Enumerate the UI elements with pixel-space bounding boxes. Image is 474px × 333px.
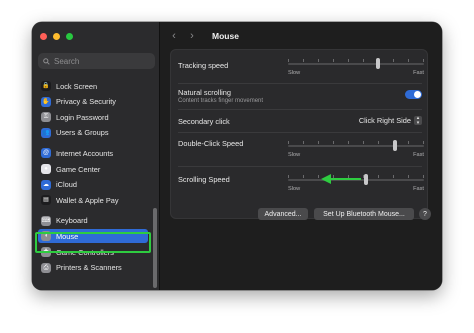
sidebar-item-label: Game Controllers <box>56 247 114 257</box>
sidebar-item-label: Game Center <box>56 164 101 174</box>
sidebar-item-users-groups[interactable]: 👥 Users & Groups <box>38 126 148 140</box>
sidebar-item-wallet-apple-pay[interactable]: ▤ Wallet & Apple Pay <box>38 193 148 207</box>
sidebar-item-label: iCloud <box>56 180 77 190</box>
keyboard-icon: ⌨ <box>41 215 51 226</box>
wallet-icon: ▤ <box>41 195 51 206</box>
icloud-icon: ☁ <box>41 179 51 190</box>
mouse-settings-panel: Tracking speed Slow Fast Natural scrolli… <box>170 49 428 219</box>
sidebar-item-keyboard[interactable]: ⌨ Keyboard <box>38 214 148 228</box>
sidebar-item-label: Printers & Scanners <box>56 263 122 273</box>
game-center-icon: ● <box>41 164 51 174</box>
annotation-arrow <box>321 174 361 184</box>
sidebar-item-label: Users & Groups <box>56 128 109 138</box>
sidebar-item-login-password[interactable]: ⚿ Login Password <box>38 110 148 124</box>
slider-min-label: Slow <box>288 70 301 76</box>
setup-bluetooth-mouse-button[interactable]: Set Up Bluetooth Mouse... <box>314 208 414 220</box>
sidebar-item-label: Wallet & Apple Pay <box>56 195 119 205</box>
hand-icon: ✋ <box>41 96 51 107</box>
sidebar-item-label: Internet Accounts <box>56 148 114 158</box>
secondary-click-label: Secondary click <box>178 117 230 126</box>
sidebar-item-game-controllers[interactable]: ✚ Game Controllers <box>38 245 148 259</box>
sidebar-item-lock-screen[interactable]: 🔒 Lock Screen <box>38 79 148 93</box>
zoom-window-button[interactable] <box>66 33 73 40</box>
traffic-lights <box>40 33 73 40</box>
chevron-right-icon[interactable]: › <box>188 30 196 42</box>
minimize-window-button[interactable] <box>53 33 60 40</box>
slider-max-label: Fast <box>413 70 424 76</box>
toolbar: ‹ › Mouse <box>170 30 239 42</box>
help-button[interactable]: ? <box>419 208 431 220</box>
page-title: Mouse <box>212 31 239 41</box>
sidebar-item-label: Privacy & Security <box>56 97 116 107</box>
sidebar-item-label: Mouse <box>56 231 79 241</box>
system-settings-window: 🔒 Lock Screen ✋ Privacy & Security ⚿ Login Pa… <box>32 22 442 290</box>
natural-scrolling-toggle[interactable] <box>405 90 422 99</box>
secondary-click-row: Secondary click Click Right Side ▴ ▾ <box>171 110 429 132</box>
tracking-speed-row: Tracking speed Slow Fast <box>171 50 429 83</box>
slider-knob[interactable] <box>393 140 398 151</box>
tracking-speed-slider[interactable]: Slow Fast <box>288 57 424 79</box>
close-window-button[interactable] <box>40 33 47 40</box>
search-icon <box>43 57 50 65</box>
secondary-click-value: Click Right Side <box>358 116 411 125</box>
slider-track <box>288 63 424 65</box>
users-icon: 👥 <box>41 127 51 138</box>
natural-scrolling-sublabel: Content tracks finger movement <box>178 98 264 104</box>
secondary-click-select[interactable]: Click Right Side ▴ ▾ <box>359 116 422 125</box>
double-click-speed-row: Double-Click Speed Slow Fast <box>171 133 429 166</box>
slider-track <box>288 145 424 147</box>
natural-scrolling-row: Natural scrolling Content tracks finger … <box>171 84 429 109</box>
at-icon: @ <box>41 148 51 159</box>
sidebar-item-privacy-security[interactable]: ✋ Privacy & Security <box>38 95 148 109</box>
sidebar-item-label: Login Password <box>56 112 109 122</box>
sidebar-search[interactable] <box>38 53 155 69</box>
updown-chevron-icon: ▴ ▾ <box>414 116 422 125</box>
advanced-button[interactable]: Advanced... <box>258 208 308 220</box>
printer-icon: ⎙ <box>41 262 51 273</box>
sidebar-item-icloud[interactable]: ☁ iCloud <box>38 178 148 192</box>
content-pane: ‹ › Mouse Tracking speed Slow Fast Natur… <box>160 22 442 290</box>
sidebar-scrollbar[interactable] <box>153 208 157 288</box>
mouse-icon: ◖ <box>41 231 51 242</box>
sidebar-item-game-center[interactable]: ● Game Center <box>38 162 148 176</box>
search-input[interactable] <box>54 56 149 66</box>
gamepad-icon: ✚ <box>41 247 51 257</box>
lock-icon: 🔒 <box>41 81 51 91</box>
scrolling-speed-row: Scrolling Speed Slow Fast <box>171 167 429 200</box>
tracking-speed-label: Tracking speed <box>178 61 229 70</box>
slider-max-label: Fast <box>413 152 424 158</box>
key-icon: ⚿ <box>41 112 51 123</box>
sidebar-item-mouse[interactable]: ◖ Mouse <box>38 229 148 244</box>
sidebar-item-printers-scanners[interactable]: ⎙ Printers & Scanners <box>38 261 148 275</box>
toggle-knob <box>414 91 421 98</box>
sidebar-item-internet-accounts[interactable]: @ Internet Accounts <box>38 146 148 160</box>
natural-scrolling-label: Natural scrolling <box>178 88 231 97</box>
double-click-speed-label: Double-Click Speed <box>178 139 244 148</box>
sidebar-item-label: Keyboard <box>56 216 88 226</box>
slider-knob[interactable] <box>375 58 380 69</box>
slider-min-label: Slow <box>288 152 301 158</box>
double-click-speed-slider[interactable]: Slow Fast <box>288 139 424 161</box>
sidebar-item-label: Lock Screen <box>56 81 98 91</box>
sidebar: 🔒 Lock Screen ✋ Privacy & Security ⚿ Login Pa… <box>32 22 160 290</box>
chevron-left-icon[interactable]: ‹ <box>170 30 178 42</box>
